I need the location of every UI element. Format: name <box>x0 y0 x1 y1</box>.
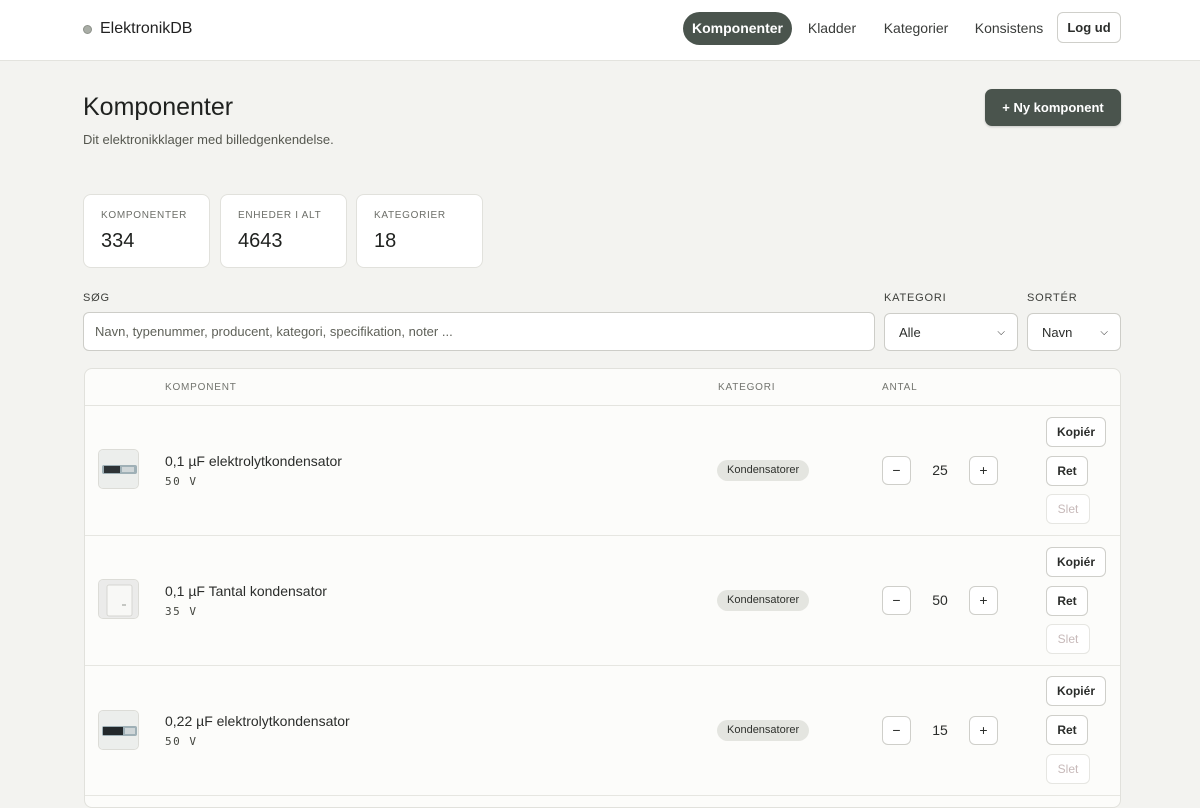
nav-item-konsistens[interactable]: Konsistens <box>969 12 1049 45</box>
chevron-down-icon: ⌵ <box>997 326 1005 338</box>
stat-card-components: KOMPONENTER 334 <box>83 194 210 268</box>
stat-label: KOMPONENTER <box>101 210 188 221</box>
increase-quantity-button[interactable]: + <box>969 586 998 615</box>
brand-logo-icon <box>83 24 92 34</box>
delete-button[interactable]: Slet <box>1046 494 1090 524</box>
copy-button[interactable]: Kopiér <box>1046 417 1106 447</box>
electrolytic-capacitor-image <box>99 450 138 488</box>
component-thumbnail[interactable] <box>98 449 139 489</box>
top-navbar: ElektronikDB Komponenter Kladder Kategor… <box>0 0 1200 61</box>
search-input[interactable] <box>83 312 875 351</box>
component-spec: 50 V <box>165 475 198 488</box>
copy-button[interactable]: Kopiér <box>1046 547 1106 577</box>
components-table: KOMPONENT KATEGORI ANTAL 0,1 µF elektrol… <box>84 368 1121 808</box>
decrease-quantity-button[interactable]: − <box>882 716 911 745</box>
stat-label: KATEGORIER <box>374 210 446 221</box>
tantalum-capacitor-image <box>99 580 138 618</box>
sort-select[interactable]: Navn ⌵ <box>1027 313 1121 351</box>
component-thumbnail[interactable] <box>98 579 139 619</box>
component-spec: 35 V <box>165 605 198 618</box>
copy-button[interactable]: Kopiér <box>1046 676 1106 706</box>
stat-value: 18 <box>374 230 397 252</box>
delete-button[interactable]: Slet <box>1046 754 1090 784</box>
edit-button[interactable]: Ret <box>1046 586 1088 616</box>
component-name[interactable]: 0,22 µF elektrolytkondensator <box>165 713 350 729</box>
table-row: 0,1 µF Tantal kondensator 35 V Kondensat… <box>85 536 1120 666</box>
component-name[interactable]: 0,1 µF elektrolytkondensator <box>165 453 342 469</box>
search-label: SØG <box>83 292 110 304</box>
page-title: Komponenter <box>83 93 234 121</box>
increase-quantity-button[interactable]: + <box>969 456 998 485</box>
column-header-category: KATEGORI <box>718 382 776 393</box>
stat-value: 334 <box>101 230 135 252</box>
component-name[interactable]: 0,1 µF Tantal kondensator <box>165 583 327 599</box>
page-subtitle: Dit elektronikklager med billedgenkendel… <box>83 132 334 147</box>
delete-button[interactable]: Slet <box>1046 624 1090 654</box>
stat-card-units: ENHEDER I ALT 4643 <box>220 194 347 268</box>
nav-item-kategorier[interactable]: Kategorier <box>877 12 955 45</box>
column-header-component: KOMPONENT <box>165 382 237 393</box>
component-spec: 50 V <box>165 735 198 748</box>
sort-select-value: Navn <box>1042 324 1073 340</box>
category-select[interactable]: Alle ⌵ <box>884 313 1018 351</box>
column-header-quantity: ANTAL <box>882 382 918 393</box>
category-badge: Kondensatorer <box>717 590 810 611</box>
nav-item-komponenter[interactable]: Komponenter <box>683 12 792 45</box>
table-header: KOMPONENT KATEGORI ANTAL <box>85 369 1120 406</box>
quantity-value: 15 <box>932 722 948 738</box>
quantity-value: 50 <box>932 592 948 608</box>
stat-value: 4643 <box>238 230 283 252</box>
decrease-quantity-button[interactable]: − <box>882 586 911 615</box>
logout-button[interactable]: Log ud <box>1057 12 1121 43</box>
category-badge: Kondensatorer <box>717 720 810 741</box>
decrease-quantity-button[interactable]: − <box>882 456 911 485</box>
electrolytic-capacitor-image <box>99 711 138 749</box>
component-thumbnail[interactable] <box>98 710 139 750</box>
nav-item-kladder[interactable]: Kladder <box>801 12 863 45</box>
brand[interactable]: ElektronikDB <box>83 19 192 39</box>
edit-button[interactable]: Ret <box>1046 715 1088 745</box>
quantity-value: 25 <box>932 462 948 478</box>
stat-label: ENHEDER I ALT <box>238 210 322 221</box>
category-badge: Kondensatorer <box>717 460 810 481</box>
category-select-value: Alle <box>899 324 921 340</box>
stat-card-categories: KATEGORIER 18 <box>356 194 483 268</box>
table-row: 0,22 µF elektrolytkondensator 50 V Konde… <box>85 666 1120 796</box>
table-row: 0,1 µF elektrolytkondensator 50 V Konden… <box>85 406 1120 536</box>
sort-label: SORTÉR <box>1027 292 1078 304</box>
chevron-down-icon: ⌵ <box>1100 326 1108 338</box>
edit-button[interactable]: Ret <box>1046 456 1088 486</box>
new-component-button[interactable]: + Ny komponent <box>985 89 1121 126</box>
category-filter-label: KATEGORI <box>884 292 947 304</box>
brand-name: ElektronikDB <box>100 20 193 37</box>
increase-quantity-button[interactable]: + <box>969 716 998 745</box>
